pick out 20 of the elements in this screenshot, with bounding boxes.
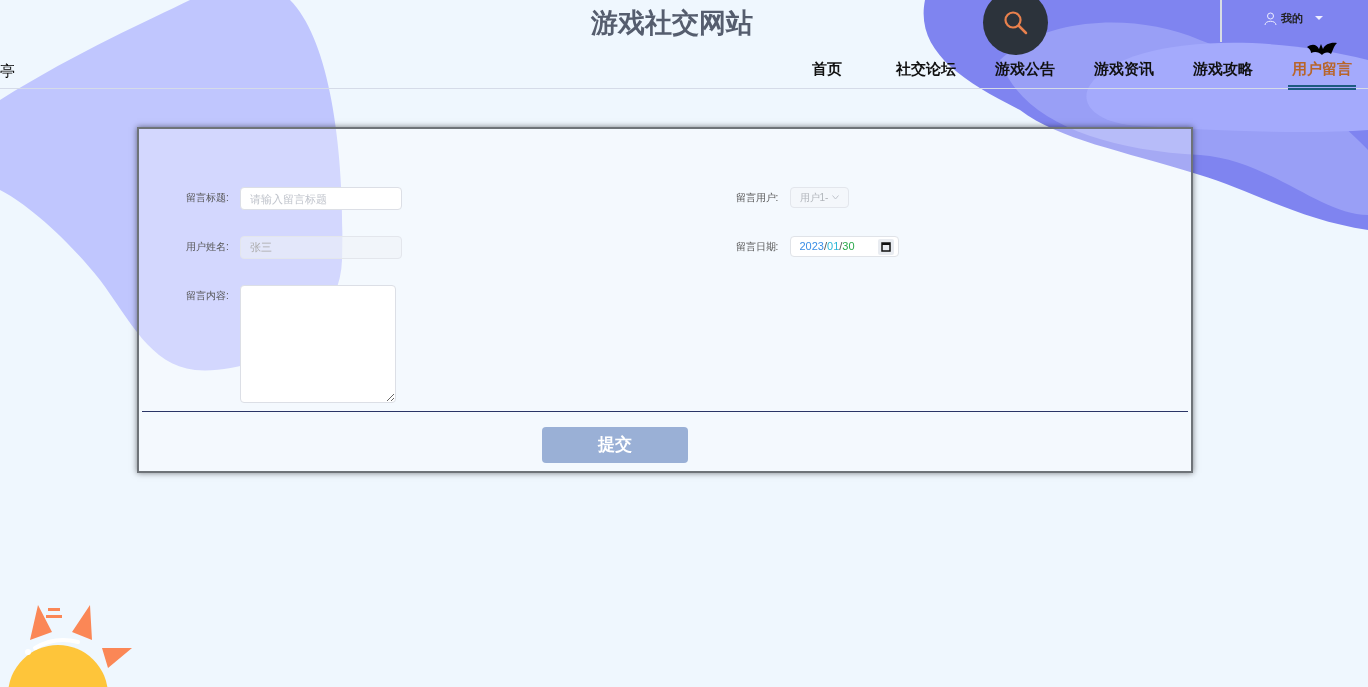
field-label: 留言用户:: [735, 191, 780, 205]
nav-link[interactable]: 游戏攻略: [1188, 58, 1257, 90]
chevron-down-icon: [831, 195, 839, 200]
field-label: 用户姓名:: [186, 240, 230, 254]
nav-link[interactable]: 社交论坛: [891, 58, 960, 90]
nav-link[interactable]: 游戏资讯: [1089, 58, 1158, 90]
date-field[interactable]: 2023/01/30: [789, 236, 899, 257]
nav-link[interactable]: 首页: [807, 58, 846, 90]
user-icon: [1264, 11, 1277, 25]
search-icon: [1002, 9, 1029, 36]
field-label: 留言标题:: [186, 191, 230, 205]
field-label: 留言日期:: [735, 240, 780, 254]
site-name: 亭: [0, 61, 15, 81]
site-title: 游戏社交网站: [591, 7, 753, 40]
nav-link[interactable]: 游戏公告: [990, 58, 1059, 90]
textarea-field[interactable]: [240, 285, 396, 403]
bat-icon: [1307, 41, 1337, 55]
user-menu[interactable]: 我的: [1264, 10, 1323, 27]
calendar-icon[interactable]: [877, 238, 894, 255]
field-label: 留言内容:: [186, 289, 230, 303]
